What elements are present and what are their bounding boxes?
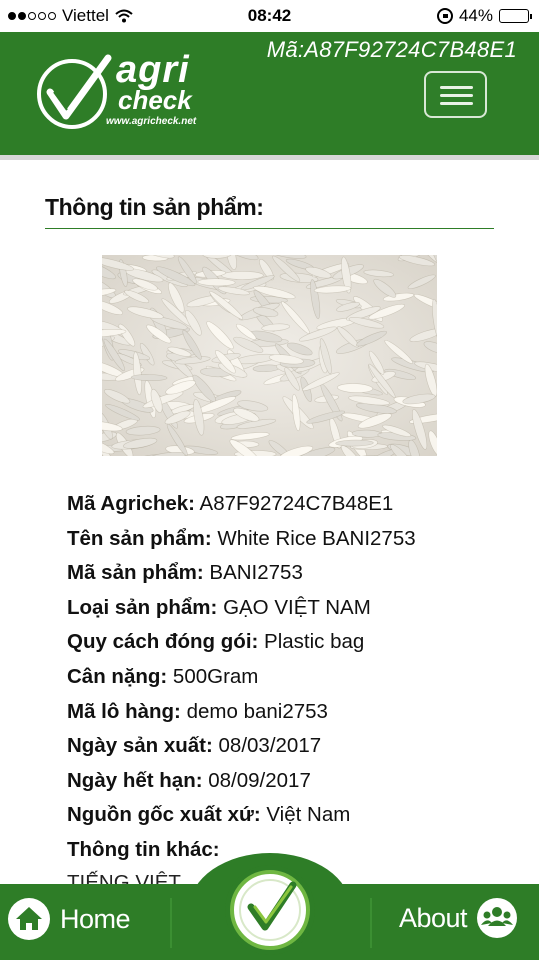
info-label: Mã lô hàng: — [67, 699, 181, 723]
info-label: Mã sản phẩm: — [67, 561, 204, 585]
info-row: Ngày sản xuất: 08/03/2017 — [67, 729, 527, 764]
info-value: Plastic bag — [264, 630, 365, 654]
product-info-list: Mã Agrichek: A87F92724C7B48E1 Tên sản phẩ… — [67, 487, 527, 898]
product-code-title: Mã:A87F92724C7B48E1 — [266, 37, 517, 62]
people-icon — [477, 898, 517, 938]
info-label: Mã Agrichek: — [67, 492, 195, 515]
checkmark-logo-icon — [37, 54, 112, 129]
menu-icon-bar — [440, 86, 473, 89]
info-row: Quy cách đóng gói: Plastic bag — [67, 625, 527, 660]
rotation-lock-icon — [436, 8, 453, 24]
logo-word-check: check — [118, 85, 192, 115]
menu-icon-bar — [440, 102, 473, 105]
info-value: 08/03/2017 — [218, 734, 322, 758]
info-row: Ngày hết hạn: 08/09/2017 — [67, 764, 527, 799]
home-button[interactable]: Home — [8, 898, 131, 940]
status-bar: Viettel 08:42 44% — [0, 0, 539, 32]
info-value: A87F92724C7B48E1 — [199, 492, 394, 515]
battery-percent: 44% — [458, 6, 493, 25]
info-row: Nguồn gốc xuất xứ: Việt Nam — [67, 798, 527, 833]
about-label: About — [398, 902, 468, 933]
nav-divider — [370, 898, 372, 948]
status-right: 44% — [436, 6, 532, 26]
info-value: 500Gram — [172, 664, 259, 688]
info-value: GẠO VIỆT NAM — [223, 595, 371, 619]
product-image — [102, 255, 437, 456]
info-value: demo bani2753 — [186, 699, 328, 723]
info-value: White Rice BANI2753 — [217, 526, 416, 550]
agricheck-logo[interactable]: agri check www.agricheck.net — [34, 46, 224, 136]
battery-icon — [499, 9, 532, 23]
section-title: Thông tin sản phẩm: — [45, 194, 494, 229]
logo-word-agri: agri — [116, 49, 190, 91]
menu-icon-bar — [440, 94, 473, 97]
checkmark-logo-icon — [230, 870, 310, 950]
home-label: Home — [60, 903, 131, 934]
rice-grains-image — [102, 255, 437, 456]
info-label: Cân nặng: — [67, 664, 168, 688]
info-row: Mã sản phẩm: BANI2753 — [67, 556, 527, 591]
info-label: Thông tin khác: — [67, 837, 220, 861]
logo-url: www.agricheck.net — [106, 116, 197, 127]
info-row: Cân nặng: 500Gram — [67, 660, 527, 695]
info-row: Mã lô hàng: demo bani2753 — [67, 695, 527, 730]
info-value: 08/09/2017 — [208, 768, 311, 792]
nav-divider — [170, 898, 172, 948]
menu-button[interactable] — [424, 71, 487, 118]
about-button[interactable]: About — [399, 898, 517, 938]
info-value: Việt Nam — [266, 803, 351, 827]
info-label: Ngày sản xuất: — [67, 734, 213, 758]
info-label: Quy cách đóng gói: — [67, 630, 259, 654]
info-row: Mã Agrichek: A87F92724C7B48E1 — [67, 487, 527, 522]
info-label: Nguồn gốc xuất xứ: — [67, 803, 261, 827]
info-row: Tên sản phẩm: White Rice BANI2753 — [67, 522, 527, 557]
center-logo-button[interactable] — [225, 865, 315, 955]
home-icon — [8, 898, 50, 940]
info-label: Loại sản phẩm: — [67, 595, 218, 619]
app-header: agri check www.agricheck.net Mã:A87F9272… — [0, 32, 539, 160]
info-row: Loại sản phẩm: GẠO VIỆT NAM — [67, 591, 527, 626]
info-value: BANI2753 — [209, 561, 303, 585]
info-label: Ngày hết hạn: — [67, 768, 203, 792]
info-label: Tên sản phẩm: — [67, 526, 212, 550]
